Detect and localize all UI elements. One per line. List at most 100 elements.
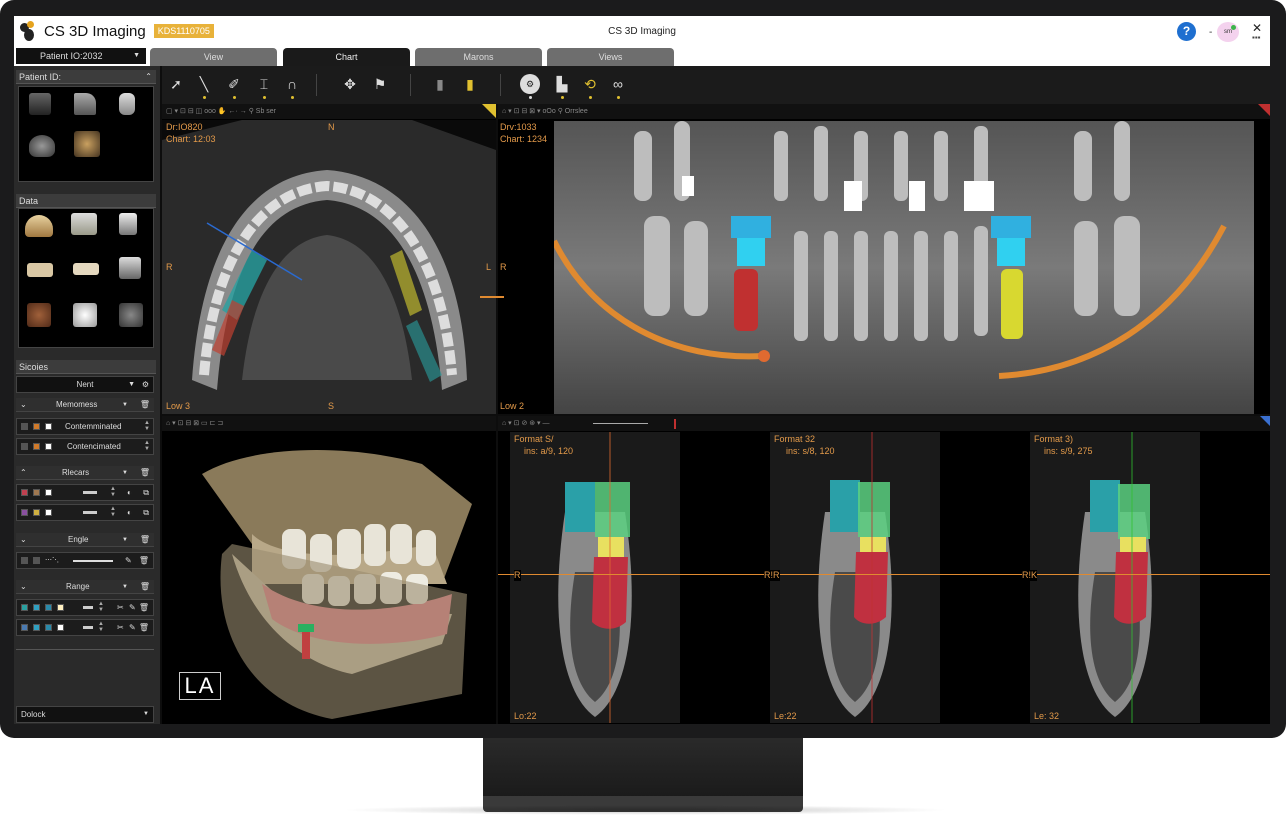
tab-view[interactable]: View <box>150 48 277 66</box>
line-style-icon[interactable] <box>83 511 97 514</box>
trash-icon[interactable]: 🗑 <box>139 600 149 615</box>
tab-chart[interactable]: Chart <box>283 48 410 66</box>
thumbnail[interactable] <box>74 131 100 157</box>
color-swatch[interactable] <box>33 423 40 430</box>
chart-tool-icon[interactable]: ▙ <box>552 74 572 94</box>
slice-slider[interactable] <box>593 423 648 424</box>
thumbnail[interactable] <box>119 257 141 279</box>
thumbnail[interactable] <box>29 135 55 157</box>
color-swatch[interactable] <box>45 443 52 450</box>
color-swatch[interactable] <box>45 489 52 496</box>
trash-icon[interactable]: 🗑 <box>139 553 149 568</box>
gear-icon[interactable]: ⚙ <box>142 377 149 392</box>
thumbnail[interactable] <box>119 213 137 235</box>
stepper-icon[interactable]: ▲ ▼ <box>97 621 105 634</box>
tab-marons[interactable]: Marons <box>415 48 542 66</box>
stepper-icon[interactable]: ▲ ▼ <box>109 506 117 519</box>
cross-section-slice[interactable] <box>510 432 680 723</box>
color-swatch[interactable] <box>21 604 28 611</box>
panoramic-toolbar[interactable]: ⌂ ▾ ⊡ ⊟ ⊠ ▾ oOo ⚲ Orrslee <box>498 104 1270 119</box>
pen-icon[interactable]: ✎ <box>129 620 136 635</box>
thumbnail[interactable] <box>27 263 53 277</box>
axial-toolbar[interactable]: ▢ ▾ ⊡ ⊟ ◫ ooo ✋ ←· → ⚲ Sb ser <box>162 104 496 119</box>
layer-row[interactable]: ▲ ▼ ✂ ✎ 🗑 <box>16 599 154 616</box>
color-swatch[interactable] <box>45 423 52 430</box>
studies-select[interactable]: Nent ▼ ⚙ <box>16 376 154 393</box>
patient-select[interactable]: Patient IO:2032 ▼ <box>16 48 146 64</box>
3d-viewport[interactable]: ⌂ ▾ ⊡ ⊟ ⊠ ▭ ⊏ ⊐ LA <box>162 416 496 724</box>
stepper-icon[interactable]: ▲ ▼ <box>97 601 105 614</box>
pointer-tool-icon[interactable]: ➚ <box>166 74 186 94</box>
stepper-icon[interactable]: ▲ ▼ <box>109 486 117 499</box>
line-style-icon[interactable] <box>83 491 97 494</box>
scan-tool-icon[interactable]: ⚙ <box>520 74 540 94</box>
layer-row[interactable]: ▲ ▼ ✂ ✎ 🗑 <box>16 619 154 636</box>
color-swatch[interactable] <box>33 509 40 516</box>
trash-icon[interactable]: 🗑 <box>140 398 150 412</box>
layer-row[interactable]: ⋯⋱ ✎ 🗑 <box>16 552 154 569</box>
group-header[interactable]: ⌄ Memomess ▼ 🗑 <box>16 398 154 412</box>
pen-tool-icon[interactable]: ✐ <box>224 74 244 94</box>
cross-section-slice[interactable] <box>1030 432 1200 723</box>
pen-icon[interactable]: ✎ <box>125 553 132 568</box>
group-header[interactable]: ⌃ Rlecars ▼ 🗑 <box>16 466 154 480</box>
caliper-tool-icon[interactable]: ⌶ <box>254 74 274 94</box>
color-swatch[interactable] <box>33 443 40 450</box>
ruler-tool-icon[interactable]: ╲ <box>194 74 214 94</box>
thumbnail[interactable] <box>29 93 51 115</box>
color-swatch[interactable] <box>33 489 40 496</box>
color-swatch[interactable] <box>21 443 28 450</box>
layer-row[interactable]: ▲ ▼ ◐ ⧉ <box>16 504 154 521</box>
trash-icon[interactable]: 🗑 <box>139 620 149 635</box>
brush-icon[interactable]: ✂ <box>117 600 124 615</box>
color-swatch[interactable] <box>57 604 64 611</box>
color-swatch[interactable] <box>45 509 52 516</box>
thumbnail[interactable] <box>27 303 51 327</box>
implant-tool-icon[interactable]: ▮ <box>430 74 450 94</box>
link-tool-icon[interactable]: ∞ <box>608 74 628 94</box>
color-swatch[interactable] <box>33 604 40 611</box>
flag-tool-icon[interactable]: ⚑ <box>370 74 390 94</box>
thumbnail[interactable] <box>73 263 99 275</box>
thumbnail[interactable] <box>119 93 135 115</box>
layer-row[interactable]: Contencimated ▲ ▼ <box>16 438 154 455</box>
copy-icon[interactable]: ⧉ <box>143 505 149 520</box>
cross-section-viewport[interactable]: ⌂ ▾ ⊡ ⊘ ⊛ ▾ — Format S/ ins: a/9, 120 R … <box>498 416 1270 724</box>
bottom-select[interactable]: Dolock ▼ <box>16 706 154 723</box>
panoramic-viewport[interactable]: ⌂ ▾ ⊡ ⊟ ⊠ ▾ oOo ⚲ Orrslee Drv:1033 Chart… <box>498 104 1270 414</box>
orientation-cube[interactable]: LA <box>179 672 221 700</box>
line-style-icon[interactable] <box>83 606 93 609</box>
opacity-icon[interactable]: ◐ <box>127 485 132 500</box>
thumbnail[interactable] <box>71 213 97 235</box>
opacity-icon[interactable]: ◐ <box>127 505 132 520</box>
layer-row[interactable]: Contemminated ▲ ▼ <box>16 418 154 435</box>
color-swatch[interactable] <box>33 557 40 564</box>
thumbnail[interactable] <box>25 215 53 237</box>
tab-views[interactable]: Views <box>547 48 674 66</box>
help-button[interactable]: ? <box>1177 22 1196 41</box>
trash-icon[interactable]: 🗑 <box>140 533 150 547</box>
color-swatch[interactable] <box>21 489 28 496</box>
line-width-slider[interactable] <box>73 560 113 562</box>
color-swatch[interactable] <box>33 624 40 631</box>
color-swatch[interactable] <box>57 624 64 631</box>
color-swatch[interactable] <box>45 604 52 611</box>
implant-gold-tool-icon[interactable]: ▮ <box>460 74 480 94</box>
line-style-icon[interactable] <box>83 626 93 629</box>
stepper-icon[interactable]: ▲ ▼ <box>143 440 151 453</box>
thumbnail[interactable] <box>74 93 96 115</box>
brush-icon[interactable]: ✂ <box>117 620 124 635</box>
trash-icon[interactable]: 🗑 <box>140 466 150 480</box>
3d-toolbar[interactable]: ⌂ ▾ ⊡ ⊟ ⊠ ▭ ⊏ ⊐ <box>162 416 496 431</box>
cross-section-slice[interactable] <box>770 432 940 723</box>
trash-icon[interactable]: 🗑 <box>140 580 150 594</box>
cross-section-tools[interactable]: ⌂ ▾ ⊡ ⊘ ⊛ ▾ — <box>502 420 550 427</box>
nerve-tool-icon[interactable]: ⟲ <box>580 74 600 94</box>
color-swatch[interactable] <box>45 624 52 631</box>
dashed-line-icon[interactable]: ⋯⋱ <box>45 553 59 568</box>
color-swatch[interactable] <box>21 423 28 430</box>
thumbnail[interactable] <box>119 303 143 327</box>
avatar[interactable]: sm <box>1217 22 1239 42</box>
cross-section-toolbar[interactable]: ⌂ ▾ ⊡ ⊘ ⊛ ▾ — <box>498 416 1270 431</box>
axial-viewport[interactable]: ▢ ▾ ⊡ ⊟ ◫ ooo ✋ ←· → ⚲ Sb ser Dr:IO820 C… <box>162 104 496 414</box>
